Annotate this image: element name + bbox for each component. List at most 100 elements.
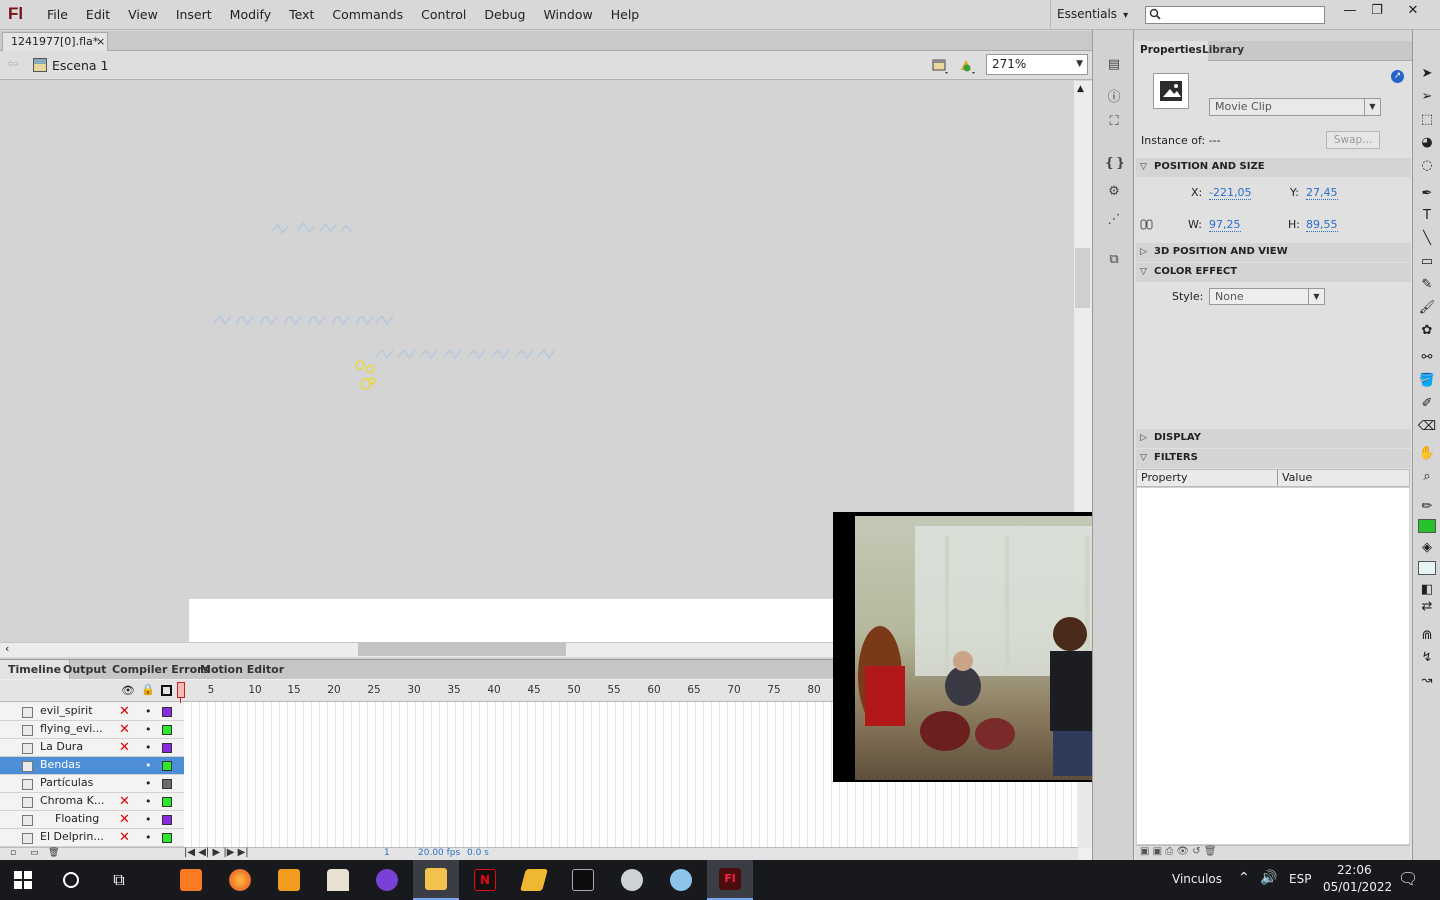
layer-outline-color[interactable] (162, 779, 172, 789)
hidden-layer-x-icon[interactable]: ✕ (119, 793, 130, 810)
zoom-tool-icon[interactable]: ⌕ (1417, 467, 1437, 487)
layer-row[interactable]: Floating ✕ • (0, 811, 184, 829)
lock-dot-icon[interactable]: • (145, 831, 152, 844)
hand-tool-icon[interactable]: ✋ (1417, 444, 1437, 464)
pencil-tool-icon[interactable]: ✎ (1417, 275, 1437, 295)
stage-horizontal-scroll-thumb[interactable] (358, 643, 566, 656)
layer-outline-color[interactable] (162, 725, 172, 735)
align-panel-icon[interactable]: ▤ (1104, 57, 1124, 75)
new-layer-icon[interactable]: ▫ (10, 848, 16, 858)
taskbar-firefox[interactable] (217, 860, 263, 900)
task-view-button[interactable]: ⧉ (96, 860, 142, 900)
restore-button[interactable]: ❐ (1362, 0, 1392, 24)
tab-motion-editor[interactable]: Motion Editor (192, 660, 292, 680)
symbol-type-select[interactable]: Movie Clip ▼ (1209, 98, 1381, 116)
code-snippets-icon[interactable]: ❴❵ (1104, 156, 1126, 174)
layer-row[interactable]: Chroma K... ✕ • (0, 793, 184, 811)
lock-dot-icon[interactable]: • (145, 741, 152, 754)
eraser-tool-icon[interactable]: ⌫ (1417, 417, 1437, 437)
straighten-icon[interactable]: ↝ (1417, 671, 1437, 691)
line-tool-icon[interactable]: ╲ (1417, 229, 1437, 249)
lock-dot-icon[interactable]: • (145, 813, 152, 826)
hidden-layer-x-icon[interactable]: ✕ (119, 739, 130, 756)
close-window-button[interactable]: ✕ (1398, 0, 1428, 24)
smooth-icon[interactable]: ↯ (1417, 648, 1437, 668)
taskbar-terminal[interactable] (560, 860, 606, 900)
eye-icon[interactable]: 👁 (121, 684, 135, 697)
subselection-tool-icon[interactable]: ➢ (1417, 87, 1437, 107)
menu-control[interactable]: Control (412, 0, 475, 30)
menu-window[interactable]: Window (534, 0, 601, 30)
selection-tool-icon[interactable]: ➤ (1417, 64, 1437, 84)
layer-row[interactable]: flying_evi... ✕ • (0, 721, 184, 739)
taskbar-explorer[interactable] (413, 860, 459, 900)
lasso-tool-icon[interactable]: ◌ (1417, 156, 1437, 176)
taskbar-app-bolt[interactable] (511, 860, 557, 900)
help-search-input[interactable] (1145, 6, 1325, 24)
playback-controls[interactable]: |◀ ◀| ▶ |▶ ▶| (184, 847, 249, 858)
hidden-layer-x-icon[interactable]: ✕ (119, 721, 130, 738)
w-field[interactable]: 97,25 (1209, 218, 1241, 232)
lock-dot-icon[interactable]: • (145, 795, 152, 808)
delete-layer-icon[interactable]: 🗑 (48, 848, 59, 858)
fill-color-swatch[interactable] (1418, 561, 1436, 575)
stroke-color-icon[interactable]: ✏ (1417, 497, 1437, 517)
free-transform-tool-icon[interactable]: ⬚ (1417, 110, 1437, 130)
scene-breadcrumb[interactable]: Escena 1 (52, 58, 108, 73)
help-icon[interactable]: ↗ (1391, 70, 1404, 83)
layer-row[interactable]: El Delprin... ✕ • (0, 829, 184, 847)
components-icon[interactable]: ⚙ (1104, 184, 1124, 202)
menu-view[interactable]: View (119, 0, 167, 30)
layer-outline-color[interactable] (162, 815, 172, 825)
menu-commands[interactable]: Commands (323, 0, 412, 30)
lock-icon[interactable]: 🔒 (141, 683, 155, 696)
menu-insert[interactable]: Insert (167, 0, 221, 30)
menu-debug[interactable]: Debug (475, 0, 534, 30)
layer-outline-color[interactable] (162, 707, 172, 717)
color-style-select[interactable]: None ▼ (1209, 288, 1325, 305)
lock-dot-icon[interactable]: • (145, 777, 152, 790)
3d-rotation-tool-icon[interactable]: ◕ (1417, 133, 1437, 153)
paint-bucket-tool-icon[interactable]: 🪣 (1417, 371, 1437, 391)
current-frame[interactable]: 1 (384, 848, 390, 858)
stroke-color-swatch[interactable] (1418, 519, 1436, 533)
section-filters[interactable]: ▽ FILTERS (1136, 449, 1411, 468)
menu-text[interactable]: Text (280, 0, 323, 30)
clock-date[interactable]: 05/01/2022 (1323, 880, 1392, 894)
lock-dot-icon[interactable]: • (145, 705, 152, 718)
notifications-icon[interactable]: 🗨 (1398, 869, 1418, 888)
layer-outline-color[interactable] (162, 797, 172, 807)
layer-outline-color[interactable] (162, 833, 172, 843)
section-color-effect[interactable]: ▽ COLOR EFFECT (1136, 263, 1411, 282)
pen-tool-icon[interactable]: ✒ (1417, 184, 1437, 204)
minimize-button[interactable]: — (1335, 0, 1365, 24)
text-tool-icon[interactable]: T (1417, 206, 1437, 226)
link-icon[interactable] (1140, 219, 1153, 230)
layer-outline-color[interactable] (162, 743, 172, 753)
language-indicator[interactable]: ESP (1289, 872, 1311, 886)
taskbar-netflix[interactable]: N (462, 860, 508, 900)
scroll-up-icon[interactable]: ▲ (1077, 84, 1084, 94)
clock-time[interactable]: 22:06 (1337, 863, 1372, 877)
start-button[interactable] (0, 860, 46, 900)
transform-panel-icon[interactable]: ⛶ (1104, 114, 1124, 132)
info-panel-icon[interactable]: ⓘ (1104, 86, 1124, 105)
volume-icon[interactable]: 🔊 (1260, 870, 1277, 886)
y-field[interactable]: 27,45 (1306, 186, 1338, 200)
scroll-left-icon[interactable]: ‹ (5, 642, 9, 655)
rectangle-tool-icon[interactable]: ▭ (1417, 252, 1437, 272)
taskbar-paint[interactable] (658, 860, 704, 900)
menu-modify[interactable]: Modify (221, 0, 280, 30)
menu-edit[interactable]: Edit (77, 0, 119, 30)
history-panel-icon[interactable]: ⧉ (1104, 252, 1124, 270)
layer-row[interactable]: Bendas • (0, 757, 184, 775)
layer-row[interactable]: Partículas • (0, 775, 184, 793)
edit-scene-icon[interactable] (957, 56, 979, 76)
bone-tool-icon[interactable]: ⚯ (1417, 348, 1437, 368)
edit-symbols-icon[interactable] (931, 56, 951, 76)
frame-rate[interactable]: 20.00 fps (418, 848, 460, 858)
add-filter-icon[interactable]: ▣ ▣ ⎙ 👁 ↺ 🗑 (1140, 846, 1217, 857)
search-button[interactable] (48, 860, 94, 900)
x-field[interactable]: -221,05 (1209, 186, 1252, 200)
menu-file[interactable]: File (38, 0, 77, 30)
